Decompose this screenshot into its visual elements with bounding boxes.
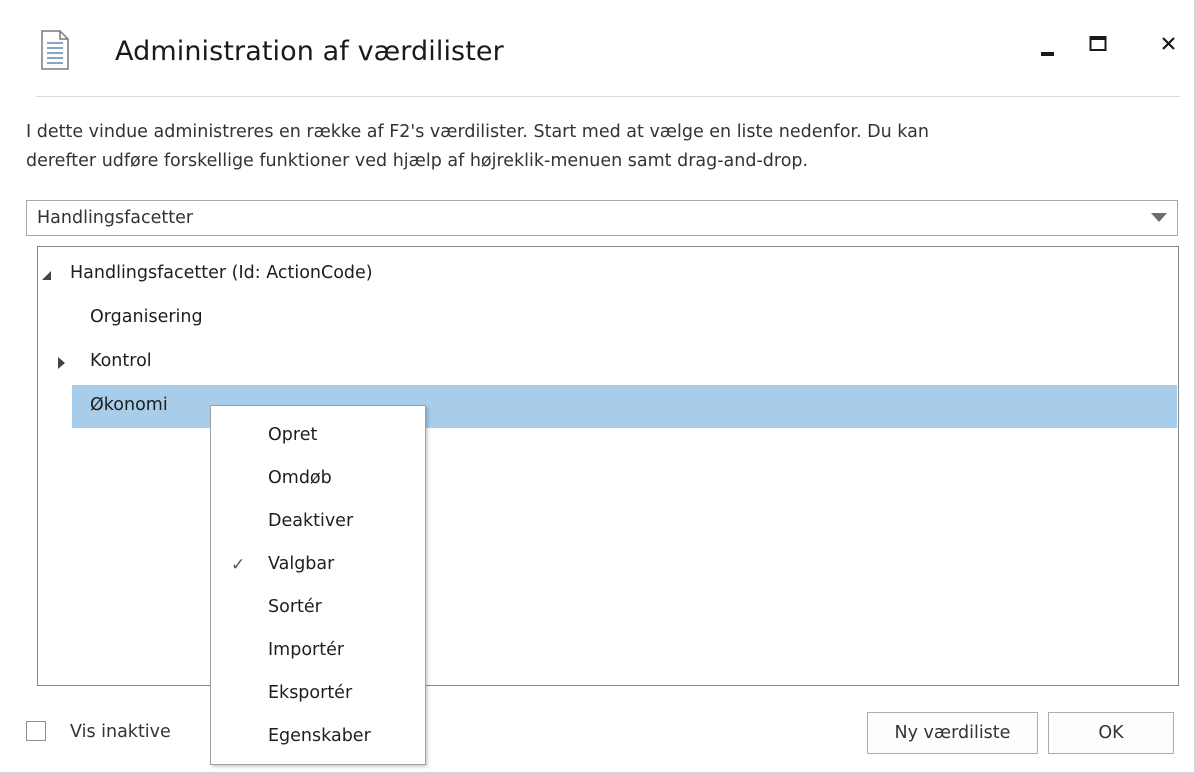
close-button[interactable] bbox=[1145, 26, 1189, 70]
new-value-list-button[interactable]: Ny værdiliste bbox=[867, 712, 1038, 754]
tree-item-label: Kontrol bbox=[90, 351, 152, 371]
tree-item-organisering[interactable]: Organisering bbox=[38, 299, 1178, 337]
tree-root-label: Handlingsfacetter (Id: ActionCode) bbox=[70, 263, 373, 283]
menu-item-omdob[interactable]: Omdøb bbox=[211, 457, 425, 499]
tree-item-label: Økonomi bbox=[90, 395, 168, 415]
instructions-line-1: I dette vindue administreres en række af… bbox=[26, 122, 929, 142]
maximize-icon bbox=[1089, 36, 1107, 51]
maximize-button[interactable] bbox=[1081, 26, 1125, 70]
show-inactive-label: Vis inaktive bbox=[70, 722, 171, 742]
tree-item-kontrol[interactable]: Kontrol bbox=[38, 343, 1178, 381]
menu-item-valgbar[interactable]: ✓ Valgbar bbox=[211, 543, 425, 585]
list-selector-value: Handlingsfacetter bbox=[37, 208, 194, 228]
instructions-line-2: derefter udføre forskellige funktioner v… bbox=[26, 151, 809, 171]
document-list-icon bbox=[40, 30, 70, 70]
expanded-arrow-icon[interactable] bbox=[42, 271, 51, 280]
menu-item-label: Egenskaber bbox=[268, 726, 371, 746]
tree-root-node[interactable]: Handlingsfacetter (Id: ActionCode) bbox=[38, 255, 1178, 293]
menu-item-label: Eksportér bbox=[268, 683, 353, 703]
menu-item-label: Opret bbox=[268, 425, 318, 445]
title-divider bbox=[36, 96, 1180, 97]
title-bar: Administration af værdilister bbox=[0, 0, 1194, 90]
menu-item-eksporter[interactable]: Eksportér bbox=[211, 672, 425, 714]
menu-item-label: Sortér bbox=[268, 597, 322, 617]
minimize-icon bbox=[1041, 52, 1054, 56]
minimize-button[interactable] bbox=[1024, 26, 1068, 70]
close-icon bbox=[1162, 37, 1175, 50]
context-menu: Opret Omdøb Deaktiver ✓ Valgbar Sortér I… bbox=[210, 405, 426, 765]
dialog-window: Administration af værdilister I dette vi… bbox=[0, 0, 1195, 773]
collapsed-arrow-icon[interactable] bbox=[58, 357, 65, 369]
list-selector-dropdown[interactable]: Handlingsfacetter bbox=[26, 200, 1178, 236]
show-inactive-checkbox[interactable] bbox=[26, 721, 46, 741]
ok-button[interactable]: OK bbox=[1048, 712, 1174, 754]
menu-item-label: Importér bbox=[268, 640, 345, 660]
menu-item-importer[interactable]: Importér bbox=[211, 629, 425, 671]
instructions-text: I dette vindue administreres en række af… bbox=[26, 118, 1166, 176]
menu-item-egenskaber[interactable]: Egenskaber bbox=[211, 715, 425, 757]
menu-item-opret[interactable]: Opret bbox=[211, 414, 425, 456]
menu-item-label: Deaktiver bbox=[268, 511, 354, 531]
value-list-tree: Handlingsfacetter (Id: ActionCode) Organ… bbox=[37, 246, 1179, 686]
menu-item-sorter[interactable]: Sortér bbox=[211, 586, 425, 628]
window-title: Administration af værdilister bbox=[115, 36, 504, 67]
tree-item-label: Organisering bbox=[90, 307, 203, 327]
menu-item-label: Valgbar bbox=[268, 554, 335, 574]
checkmark-icon: ✓ bbox=[231, 555, 246, 575]
menu-item-deaktiver[interactable]: Deaktiver bbox=[211, 500, 425, 542]
menu-item-label: Omdøb bbox=[268, 468, 332, 488]
chevron-down-icon bbox=[1151, 213, 1167, 222]
